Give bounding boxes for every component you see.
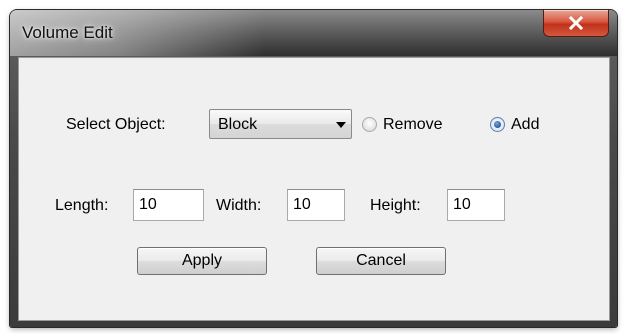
remove-label[interactable]: Remove xyxy=(383,116,443,134)
apply-button[interactable]: Apply xyxy=(137,247,267,275)
cancel-button[interactable]: Cancel xyxy=(316,247,446,275)
object-type-dropdown[interactable]: Block xyxy=(209,109,352,139)
length-input[interactable]: 10 xyxy=(133,189,204,221)
length-label: Length: xyxy=(55,197,109,214)
height-value: 10 xyxy=(453,196,471,213)
radio-selected-dot xyxy=(494,121,501,128)
width-value: 10 xyxy=(293,196,311,213)
width-input[interactable]: 10 xyxy=(287,189,345,221)
chevron-down-icon xyxy=(336,122,346,128)
title-bar[interactable]: Volume Edit xyxy=(10,10,617,56)
add-label[interactable]: Add xyxy=(511,116,539,134)
remove-radio[interactable] xyxy=(362,117,377,132)
height-input[interactable]: 10 xyxy=(447,189,505,221)
dialog-body: Select Object: Block Remove Add Length: … xyxy=(18,57,610,321)
select-object-label: Select Object: xyxy=(66,116,166,133)
volume-edit-window: Volume Edit Select Object: Block Remove … xyxy=(10,10,617,327)
close-icon xyxy=(568,16,584,30)
object-type-value: Block xyxy=(218,116,258,133)
window-title: Volume Edit xyxy=(22,23,113,42)
length-value: 10 xyxy=(139,196,157,213)
add-radio[interactable] xyxy=(490,117,505,132)
width-label: Width: xyxy=(216,197,262,214)
close-button[interactable] xyxy=(543,10,609,37)
height-label: Height: xyxy=(370,197,421,214)
